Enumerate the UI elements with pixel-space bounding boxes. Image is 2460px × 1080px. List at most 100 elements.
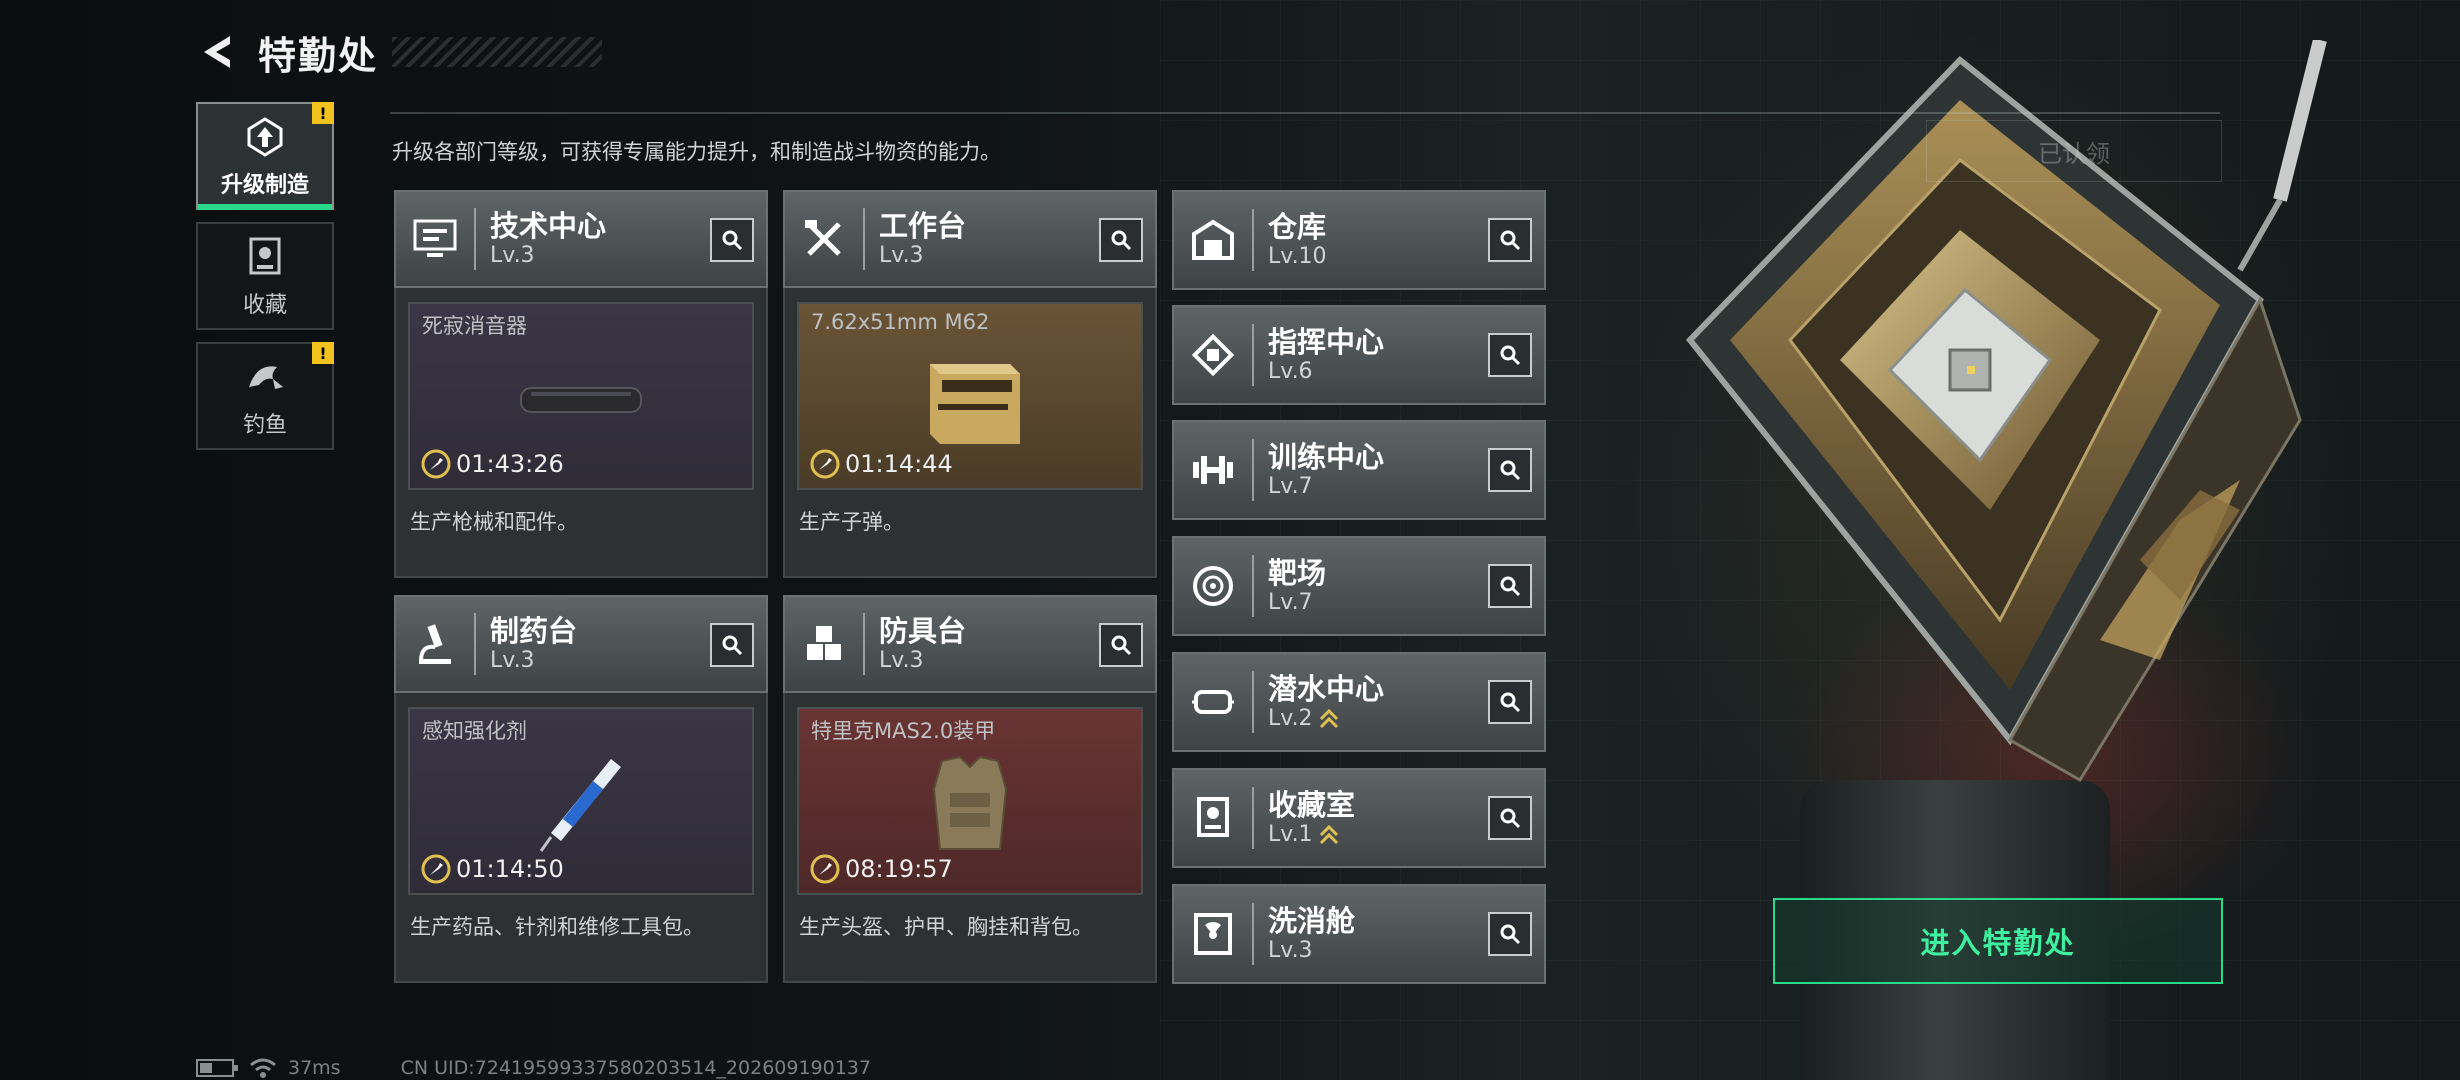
back-arrow-icon[interactable] — [196, 30, 240, 74]
cubes-icon — [785, 597, 863, 691]
radiation-icon — [1174, 887, 1252, 981]
dept-header: 工作台 Lv.3 — [783, 190, 1157, 288]
divider — [863, 208, 865, 270]
facility-decontamination[interactable]: 洗消舱 Lv.3 — [1172, 884, 1546, 984]
search-button[interactable] — [1488, 333, 1532, 377]
injector-image — [539, 759, 621, 852]
facility-command-center[interactable]: 指挥中心 Lv.6 — [1172, 305, 1546, 405]
trophy-icon — [1174, 771, 1252, 865]
product-name: 7.62x51mm M62 — [811, 310, 990, 334]
search-icon — [1500, 345, 1521, 366]
dept-card-workbench[interactable]: 工作台 Lv.3 7.62x51mm M62 01:14:44 生产子弹。 — [783, 190, 1157, 578]
upgrade-available-icon — [1319, 824, 1338, 845]
search-button[interactable] — [1488, 564, 1532, 608]
monitor-icon — [396, 192, 474, 286]
facility-level: Lv.10 — [1268, 244, 1327, 269]
search-icon — [722, 230, 743, 251]
dept-body: 感知强化剂 01:14:50 生产药品、针剂和维修工具包。 — [394, 693, 768, 983]
dept-body: 特里克MAS2.0装甲 08:19:57 生产头盔、护甲、胸挂和背包。 — [783, 693, 1157, 983]
fish-icon — [241, 353, 289, 401]
nav-item-upgrade-manufacture[interactable]: ! 升级制造 — [196, 102, 334, 210]
dept-body: 7.62x51mm M62 01:14:44 生产子弹。 — [783, 288, 1157, 578]
facility-shooting-range[interactable]: 靶场 Lv.7 — [1172, 536, 1546, 636]
facility-warehouse[interactable]: 仓库 Lv.10 — [1172, 190, 1546, 290]
divider — [1252, 209, 1254, 271]
search-icon — [1111, 635, 1132, 656]
facility-collection-room[interactable]: 收藏室 Lv.1 — [1172, 768, 1546, 868]
nav-item-collection[interactable]: 收藏 — [196, 222, 334, 330]
dept-header: 防具台 Lv.3 — [783, 595, 1157, 693]
search-button[interactable] — [1488, 912, 1532, 956]
product-name: 死寂消音器 — [422, 314, 527, 338]
chip-icon — [1174, 308, 1252, 402]
production-timer: 01:14:44 — [809, 448, 953, 480]
search-button[interactable] — [1099, 623, 1143, 667]
search-icon — [1500, 230, 1521, 251]
wifi-icon — [250, 1058, 276, 1078]
product-name: 特里克MAS2.0装甲 — [811, 719, 996, 743]
dept-card-tech-center[interactable]: 技术中心 Lv.3 死寂消音器 01:43:26 生产枪械和配件。 — [394, 190, 768, 578]
facility-diving-center[interactable]: 潜水中心 Lv.2 — [1172, 652, 1546, 752]
facility-name: 洗消舱 — [1268, 904, 1356, 938]
divider — [1252, 787, 1254, 849]
uid-text: CN UID:724195993375802035​14_20260919013… — [400, 1057, 871, 1079]
search-button[interactable] — [1488, 218, 1532, 262]
search-button[interactable] — [710, 218, 754, 262]
product-name: 感知强化剂 — [422, 719, 527, 743]
battery-icon — [196, 1059, 238, 1077]
nav-label: 收藏 — [242, 293, 287, 318]
search-button[interactable] — [1488, 680, 1532, 724]
dept-name: 制药台 — [490, 614, 578, 648]
dept-card-armor-bench[interactable]: 防具台 Lv.3 特里克MAS2.0装甲 08:19:57 生产头盔、护甲、胸挂… — [783, 595, 1157, 983]
production-slot[interactable]: 7.62x51mm M62 01:14:44 — [797, 302, 1143, 490]
header: 特勤处 — [196, 24, 603, 80]
dept-level: Lv.3 — [879, 243, 924, 268]
production-slot[interactable]: 感知强化剂 01:14:50 — [408, 707, 754, 895]
divider — [1252, 903, 1254, 965]
enter-special-ops-button[interactable]: 进入特勤处 — [1773, 898, 2223, 984]
timer-text: 08:19:57 — [845, 855, 953, 883]
facility-name: 靶场 — [1268, 556, 1327, 590]
divider — [1252, 555, 1254, 617]
search-icon — [1500, 924, 1521, 945]
nav-label: 钓鱼 — [242, 413, 287, 438]
dept-description: 生产头盔、护甲、胸挂和背包。 — [799, 915, 1093, 939]
dept-header: 制药台 Lv.3 — [394, 595, 768, 693]
production-slot[interactable]: 特里克MAS2.0装甲 08:19:57 — [797, 707, 1143, 895]
search-button[interactable] — [1488, 796, 1532, 840]
facility-level: Lv.7 — [1268, 590, 1313, 615]
dept-level: Lv.3 — [490, 648, 535, 673]
production-slot[interactable]: 死寂消音器 01:43:26 — [408, 302, 754, 490]
wrench-timer-icon — [421, 449, 451, 479]
divider — [474, 613, 476, 675]
search-button[interactable] — [1099, 218, 1143, 262]
search-button[interactable] — [1488, 448, 1532, 492]
search-icon — [722, 635, 743, 656]
search-icon — [1111, 230, 1132, 251]
dept-description: 生产子弹。 — [799, 510, 904, 534]
enter-label: 进入特勤处 — [1920, 926, 2076, 960]
search-icon — [1500, 460, 1521, 481]
dept-card-pharmacy[interactable]: 制药台 Lv.3 感知强化剂 01:14:50 生产药品、针剂和维修工具包。 — [394, 595, 768, 983]
side-nav: ! 升级制造 收藏 ! 钓鱼 — [196, 102, 334, 462]
warehouse-icon — [1174, 193, 1252, 287]
collection-icon — [241, 233, 289, 281]
status-bar: 37ms CN UID:724195993375802035​14_202609… — [196, 1056, 871, 1080]
facility-name: 仓库 — [1268, 210, 1327, 244]
alert-badge: ! — [312, 342, 334, 364]
dept-description: 生产枪械和配件。 — [410, 510, 578, 534]
tools-icon — [785, 192, 863, 286]
facility-name: 训练中心 — [1268, 440, 1385, 474]
goggles-icon — [1174, 655, 1252, 749]
claimed-label: 已认领 — [2038, 139, 2110, 168]
page-title: 特勤处 — [258, 33, 379, 78]
timer-text: 01:14:44 — [845, 450, 953, 478]
facility-training-center[interactable]: 训练中心 Lv.7 — [1172, 420, 1546, 520]
wrench-timer-icon — [810, 449, 840, 479]
ammo-box-image — [930, 364, 1020, 444]
dept-level: Lv.3 — [879, 648, 924, 673]
upgrade-available-icon — [1319, 708, 1338, 729]
dept-name: 防具台 — [879, 614, 967, 648]
nav-item-fishing[interactable]: ! 钓鱼 — [196, 342, 334, 450]
search-button[interactable] — [710, 623, 754, 667]
